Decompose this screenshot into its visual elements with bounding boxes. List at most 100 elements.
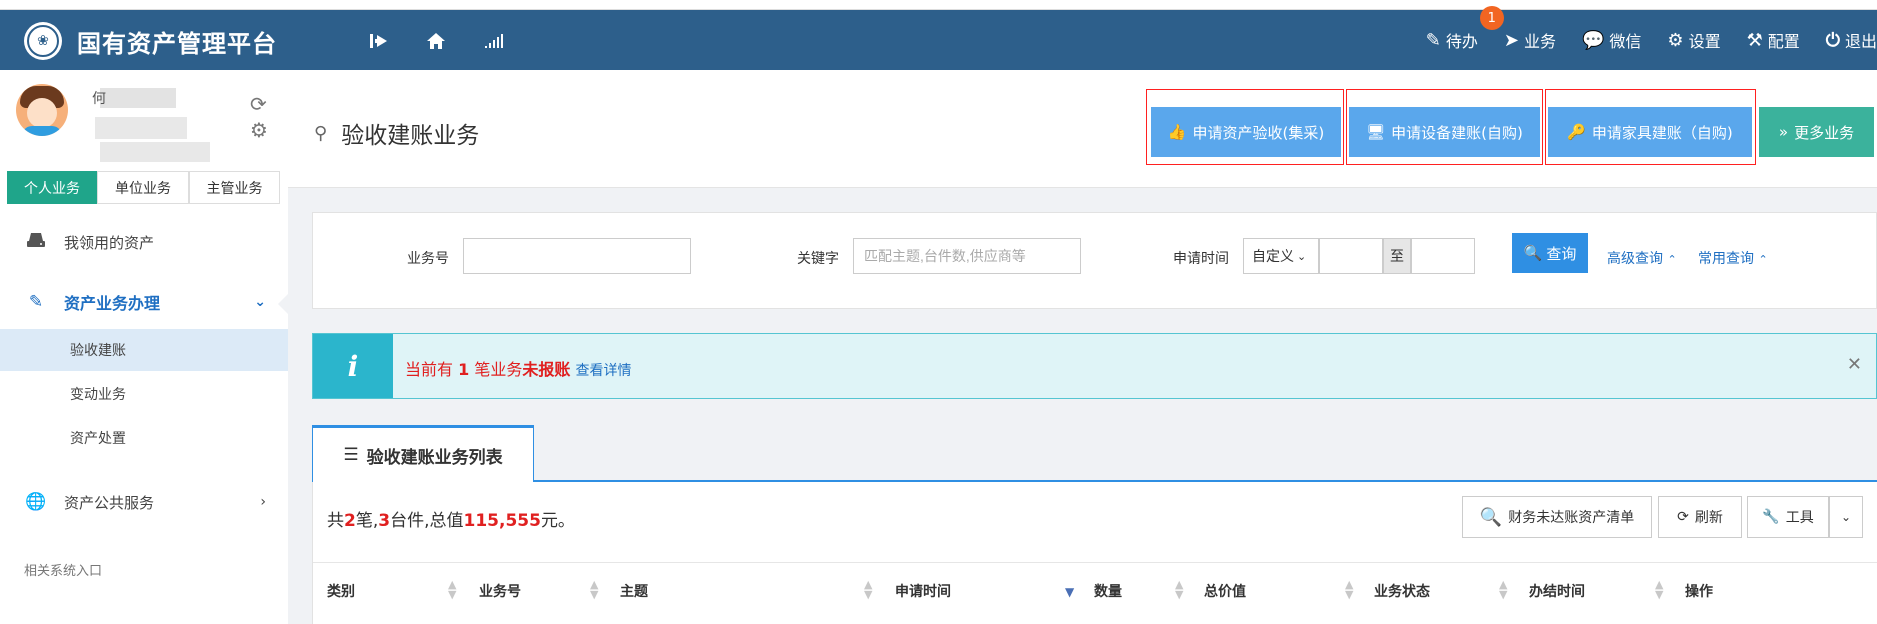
close-icon[interactable]: ✕	[1847, 354, 1862, 375]
settings-button[interactable]: ⚙ 设置	[1667, 28, 1720, 52]
view-details-link[interactable]: 查看详情	[575, 363, 631, 379]
business-label: 业务	[1523, 32, 1556, 51]
sort-icon[interactable]: ▲ ▼	[864, 579, 872, 600]
button-label: 刷新	[1694, 510, 1723, 526]
sort-icon[interactable]: ▲ ▼	[448, 579, 456, 600]
sidebar-subitem-acceptance[interactable]: 验收建账	[0, 329, 288, 371]
column-header-quantity[interactable]: 数量	[1094, 563, 1122, 619]
signal-icon[interactable]	[481, 28, 507, 54]
summary-count: 2	[344, 511, 356, 531]
column-header-finish-time[interactable]: 办结时间	[1529, 563, 1585, 619]
tab-personal[interactable]: 个人业务	[7, 171, 97, 204]
search-panel: 业务号 关键字 申请时间 自定义 ⌄ 至 🔍 查询 高级查询 ⌃ 常用查询 ⌃	[312, 212, 1877, 309]
todo-button[interactable]: ✎ 待办 1	[1425, 6, 1504, 52]
more-business-button[interactable]: » 更多业务	[1759, 107, 1874, 157]
column-header-apply-time[interactable]: 申请时间	[895, 563, 951, 619]
pencil-icon: ✎	[28, 292, 44, 312]
tab-unit[interactable]: 单位业务	[97, 171, 189, 204]
summary-items: 3	[378, 511, 391, 531]
common-query-label: 常用查询	[1698, 251, 1754, 267]
tools-button[interactable]: 🔧 工具	[1747, 496, 1829, 538]
gear-icon: ⚙	[1667, 29, 1684, 51]
double-chevron-up-icon: ⌃	[1667, 253, 1677, 266]
advanced-query-link[interactable]: 高级查询 ⌃	[1607, 248, 1677, 268]
alert-emphasis: 未报账	[522, 360, 571, 379]
column-header-category[interactable]: 类别	[327, 563, 355, 619]
wechat-label: 微信	[1609, 32, 1642, 51]
column-header-biz-no[interactable]: 业务号	[479, 563, 521, 619]
tools-icon: ⚒	[1746, 29, 1763, 51]
unreconciled-assets-button[interactable]: 🔍 财务未达账资产清单	[1462, 496, 1652, 538]
button-label: 申请资产验收(集采)	[1192, 123, 1325, 142]
list-panel: 共2笔,3台件,总值115,555元。 🔍 财务未达账资产清单 ⟳ 刷新 🔧 工…	[312, 482, 1877, 624]
table-header: 类别 ▲ ▼ 业务号 ▲ ▼ 主题 ▲ ▼ 申请时间 ▼ 数量 ▲ ▼ 总价值 ▲ ▼ 业…	[313, 562, 1877, 624]
drive-icon	[24, 232, 48, 253]
page-header: ⚲ 验收建账业务 👍 申请资产验收(集采) 🖥 申请设备建账(自购) 🔑 申请家…	[288, 70, 1877, 188]
apply-equipment-button[interactable]: 🖥 申请设备建账(自购)	[1349, 107, 1540, 157]
sort-icon[interactable]: ▲ ▼	[1499, 579, 1507, 600]
date-from-input[interactable]	[1319, 238, 1383, 274]
apply-acceptance-button[interactable]: 👍 申请资产验收(集采)	[1151, 107, 1341, 157]
tab-supervisor[interactable]: 主管业务	[189, 171, 280, 204]
home-icon[interactable]	[423, 28, 449, 54]
related-systems-caption: 相关系统入口	[24, 564, 103, 579]
wechat-icon: 💬	[1581, 29, 1605, 51]
sidebar: 何 ⟳ ⚙ 个人业务 单位业务 主管业务 我领用的资产 ✎ 资产业务办理 ⌄ 验…	[0, 70, 288, 624]
collapse-sidebar-icon[interactable]	[366, 28, 392, 54]
sort-icon[interactable]: ▲ ▼	[1175, 579, 1183, 600]
sort-icon[interactable]: ▲ ▼	[1655, 579, 1663, 600]
column-header-subject[interactable]: 主题	[620, 563, 648, 619]
time-mode-select[interactable]: 自定义 ⌄	[1243, 238, 1319, 274]
query-button[interactable]: 🔍 查询	[1512, 233, 1588, 273]
refresh-icon[interactable]: ⟳	[250, 92, 267, 116]
config-label: 配置	[1767, 32, 1800, 51]
tab-label: 验收建账业务列表	[366, 447, 503, 468]
settings-icon[interactable]: ⚙	[250, 118, 268, 142]
common-query-link[interactable]: 常用查询 ⌃	[1698, 248, 1768, 268]
sidebar-item-my-assets[interactable]: 我领用的资产	[0, 222, 288, 262]
sort-desc-icon[interactable]: ▼	[1065, 585, 1074, 599]
browser-top-strip	[0, 0, 1877, 10]
query-label: 查询	[1546, 244, 1577, 263]
top-actions: ✎ 待办 1 ➤ 业务 💬 微信 ⚙ 设置 ⚒ 配置 ⏻ 退出	[1400, 6, 1877, 70]
list-summary: 共2笔,3台件,总值115,555元。	[327, 506, 575, 531]
column-header-status[interactable]: 业务状态	[1374, 563, 1430, 619]
sidebar-item-asset-business[interactable]: ✎ 资产业务办理 ⌄	[0, 284, 288, 320]
refresh-button[interactable]: ⟳ 刷新	[1658, 496, 1742, 538]
chevron-down-icon: ⌄	[254, 294, 266, 310]
tools-dropdown-button[interactable]: ⌄	[1829, 496, 1863, 538]
column-header-total-value[interactable]: 总价值	[1204, 563, 1246, 619]
tab-acceptance-list[interactable]: ☰ 验收建账业务列表	[312, 425, 534, 482]
user-name: 何	[92, 91, 106, 107]
wechat-button[interactable]: 💬 微信	[1582, 28, 1641, 52]
date-to-input[interactable]	[1411, 238, 1475, 274]
alert-text: 当前有 1 笔业务未报账 查看详情	[393, 356, 631, 380]
button-label: 申请家具建账（自购)	[1591, 123, 1733, 142]
sort-icon[interactable]: ▲ ▼	[590, 579, 598, 600]
keyword-input[interactable]	[853, 238, 1081, 274]
sort-icon[interactable]: ▲ ▼	[1345, 579, 1353, 600]
double-chevron-right-icon: »	[1778, 123, 1789, 141]
page-title-wrap: ⚲ 验收建账业务	[314, 116, 479, 150]
globe-icon: 🌐	[25, 492, 47, 512]
logout-button[interactable]: ⏻ 退出	[1826, 28, 1877, 52]
sidebar-item-public-service[interactable]: 🌐 资产公共服务 ›	[0, 482, 288, 522]
apply-furniture-button[interactable]: 🔑 申请家具建账（自购)	[1548, 107, 1752, 157]
avatar[interactable]	[16, 84, 68, 136]
apply-time-label: 申请时间	[1173, 251, 1229, 267]
date-to-label: 至	[1383, 238, 1411, 274]
config-button[interactable]: ⚒ 配置	[1747, 28, 1800, 52]
thumbs-up-icon: 👍	[1167, 123, 1187, 141]
biz-no-input[interactable]	[463, 238, 691, 274]
user-info-blur	[100, 142, 210, 162]
business-button[interactable]: ➤ 业务	[1504, 28, 1556, 52]
logout-label: 退出	[1844, 32, 1877, 51]
location-pin-icon: ⚲	[314, 122, 328, 144]
key-icon: 🔑	[1567, 123, 1586, 141]
summary-text: 共	[327, 511, 344, 531]
summary-total: 115,555	[463, 511, 541, 531]
sidebar-subitem-disposal[interactable]: 资产处置	[0, 417, 288, 459]
sidebar-subitem-change[interactable]: 变动业务	[0, 373, 288, 415]
edit-icon: ✎	[1425, 29, 1441, 51]
sidebar-item-label: 资产业务办理	[64, 294, 161, 313]
